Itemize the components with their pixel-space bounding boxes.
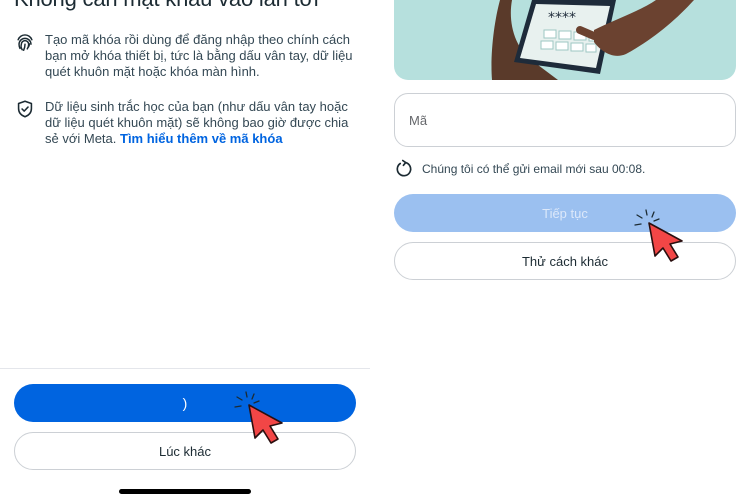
create-passkey-button[interactable]: ) (14, 384, 356, 422)
refresh-icon (394, 159, 414, 179)
page-title: Không cần mật khẩu vào lần tới (14, 0, 319, 12)
fingerprint-icon (14, 31, 36, 53)
privacy-info: Dữ liệu sinh trắc học của bạn (như dấu v… (14, 99, 359, 147)
home-indicator (119, 489, 251, 494)
resend-text: Chúng tôi có thể gửi email mới sau 00:08… (422, 162, 646, 176)
fingerprint-info-text: Tạo mã khóa rồi dùng để đăng nhập theo c… (45, 32, 353, 79)
divider (0, 368, 370, 369)
fingerprint-info: Tạo mã khóa rồi dùng để đăng nhập theo c… (14, 32, 359, 80)
shield-check-icon (14, 98, 36, 120)
resend-status: Chúng tôi có thể gửi email mới sau 00:08… (394, 159, 645, 179)
continue-button[interactable]: Tiếp tục (394, 194, 736, 232)
try-another-way-button[interactable]: Thử cách khác (394, 242, 736, 280)
passkey-panel: Không cần mật khẩu vào lần tới Tạo mã kh… (0, 0, 370, 500)
svg-text:****: **** (548, 10, 576, 26)
later-button[interactable]: Lúc khác (14, 432, 356, 470)
privacy-info-text: Dữ liệu sinh trắc học của bạn (như dấu v… (45, 99, 359, 147)
learn-more-link[interactable]: Tìm hiểu thêm về mã khóa (120, 131, 283, 146)
email-code-panel: **** Chúng tôi có thể gửi email mới sau … (380, 0, 750, 500)
code-input[interactable] (394, 93, 736, 147)
phone-keypad-illustration: **** (394, 0, 736, 80)
